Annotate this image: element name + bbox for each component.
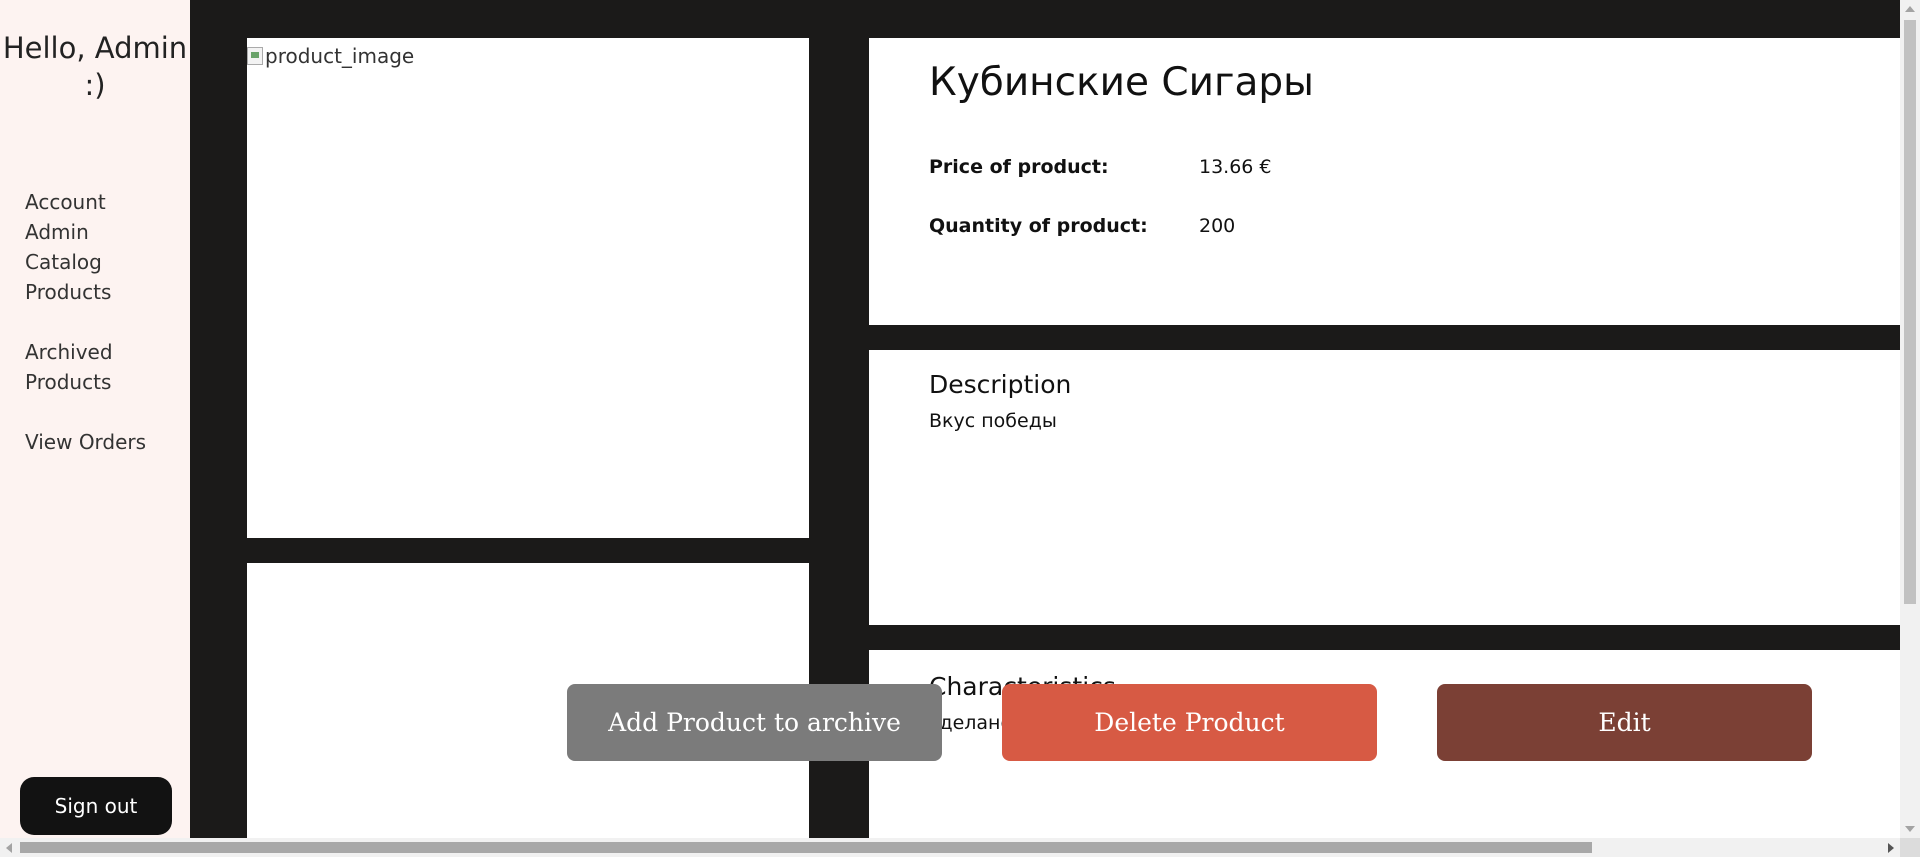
broken-image-icon xyxy=(247,47,263,65)
sign-out-button[interactable]: Sign out xyxy=(20,777,172,835)
price-row: Price of product: 13.66 € xyxy=(929,156,1272,178)
nav-catalog-products[interactable]: Catalog Products xyxy=(25,247,175,307)
quantity-value: 200 xyxy=(1199,215,1236,237)
description-title: Description xyxy=(929,370,1072,399)
vertical-scroll-thumb[interactable] xyxy=(1904,20,1916,604)
horizontal-scrollbar[interactable] xyxy=(0,838,1920,857)
product-image: product_image xyxy=(247,44,414,68)
edit-button[interactable]: Edit xyxy=(1437,684,1812,761)
scrollbar-corner xyxy=(1900,838,1920,857)
greeting-heading: Hello, Admin :) xyxy=(2,31,188,102)
product-image-alt-text: product_image xyxy=(265,44,415,68)
delete-product-button[interactable]: Delete Product xyxy=(1002,684,1377,761)
product-info-panel: Кубинские Сигары Price of product: 13.66… xyxy=(869,38,1900,325)
product-title: Кубинские Сигары xyxy=(929,60,1314,105)
scroll-right-arrow-icon[interactable] xyxy=(1888,843,1894,853)
vertical-scrollbar[interactable] xyxy=(1900,0,1920,838)
price-label: Price of product: xyxy=(929,156,1109,178)
description-panel: Description Вкус победы xyxy=(869,350,1900,625)
scroll-left-arrow-icon[interactable] xyxy=(6,843,12,853)
price-value: 13.66 € xyxy=(1199,156,1272,178)
nav-view-orders[interactable]: View Orders xyxy=(25,427,175,457)
add-to-archive-button[interactable]: Add Product to archive xyxy=(567,684,942,761)
scroll-down-arrow-icon[interactable] xyxy=(1905,826,1915,832)
nav-account-admin[interactable]: Account Admin xyxy=(25,187,175,247)
product-image-panel: product_image xyxy=(247,38,809,538)
scroll-up-arrow-icon[interactable] xyxy=(1905,6,1915,12)
nav-archived-products[interactable]: Archived Products xyxy=(25,337,175,397)
description-text: Вкус победы xyxy=(929,410,1057,432)
quantity-label: Quantity of product: xyxy=(929,215,1148,237)
horizontal-scroll-thumb[interactable] xyxy=(20,842,1592,853)
sidebar: Hello, Admin :) Account Admin Catalog Pr… xyxy=(0,0,190,838)
quantity-row: Quantity of product: 200 xyxy=(929,215,1235,237)
